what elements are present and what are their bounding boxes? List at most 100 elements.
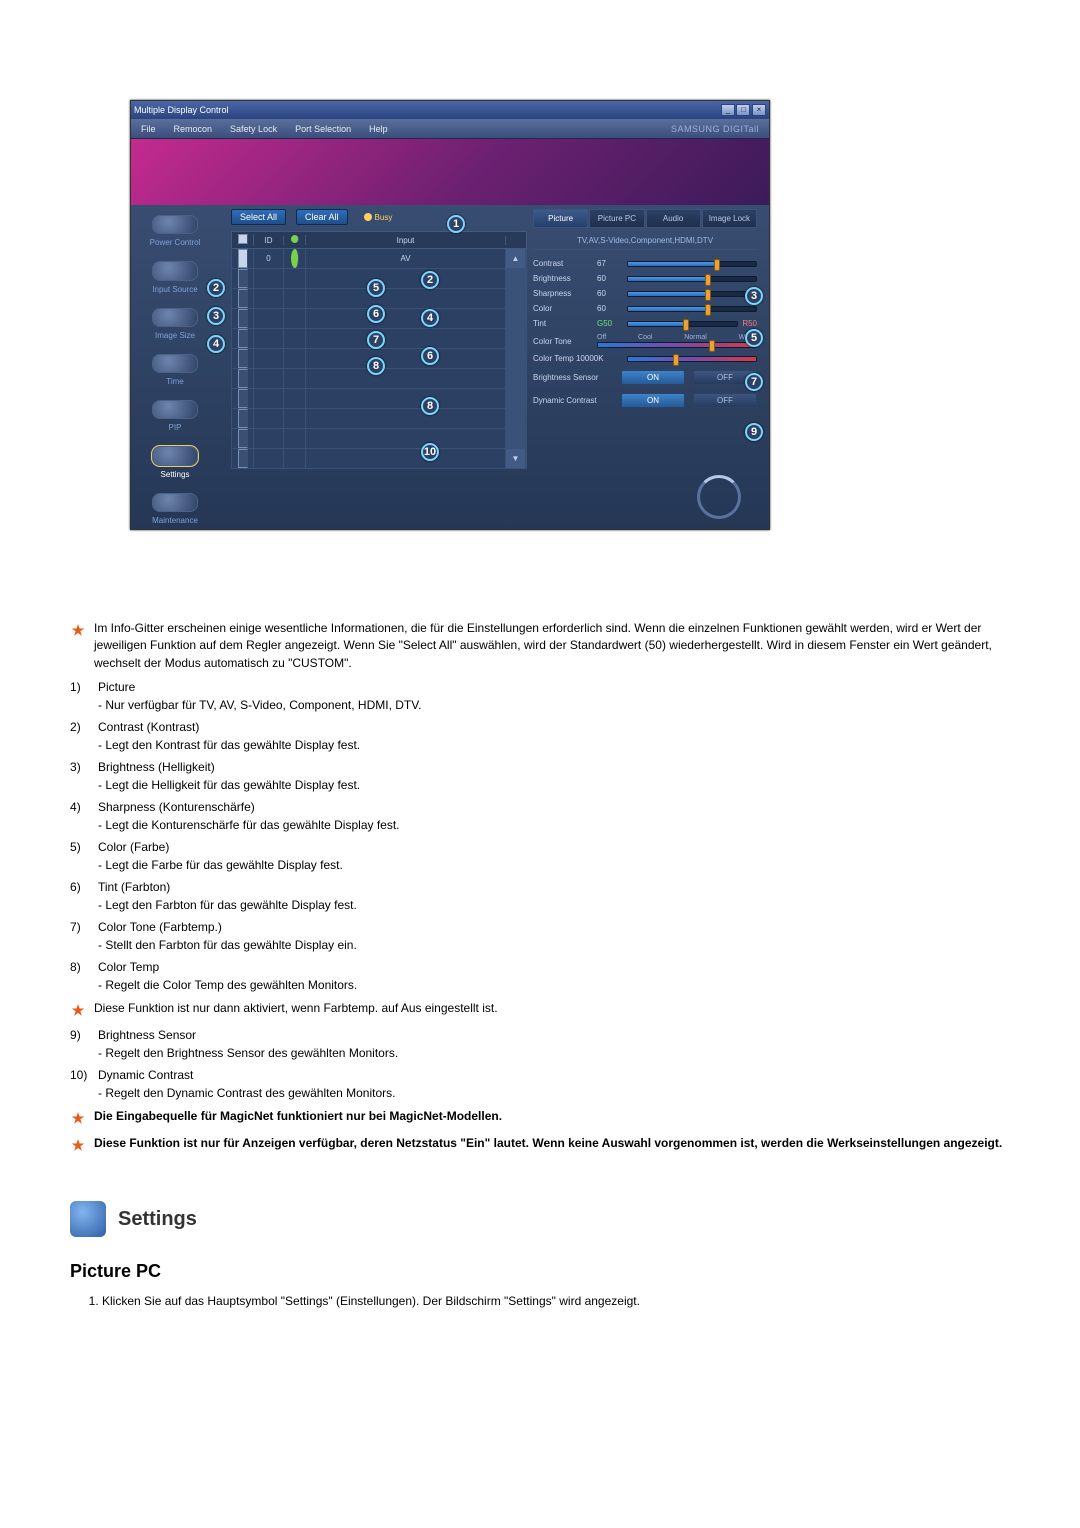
sidebar-item-input-source[interactable] xyxy=(152,261,198,280)
callout-6r: 6 xyxy=(421,347,439,365)
grid-row[interactable] xyxy=(231,429,527,449)
busy-indicator: Busy xyxy=(364,213,393,222)
intro-text: Im Info-Gitter erscheinen einige wesentl… xyxy=(94,620,1010,672)
sidebar-item-maintenance[interactable] xyxy=(152,493,198,512)
sidebar-label: Maintenance xyxy=(152,516,198,525)
sharpness-slider[interactable] xyxy=(627,291,757,297)
col-input: Input xyxy=(306,236,506,245)
minimize-button[interactable]: _ xyxy=(721,104,735,116)
tab-image-lock[interactable]: Image Lock xyxy=(702,209,757,228)
brand-label: SAMSUNG DIGITall xyxy=(671,124,759,134)
select-all-button[interactable]: Select All xyxy=(231,209,286,225)
brightness-value: 60 xyxy=(597,274,623,283)
contrast-label: Contrast xyxy=(533,259,593,268)
def-item: Picture- Nur verfügbar für TV, AV, S-Vid… xyxy=(70,678,1010,714)
maximize-button[interactable]: □ xyxy=(736,104,750,116)
def-item: Color Temp- Regelt die Color Temp des ge… xyxy=(70,958,1010,994)
contrast-row: Contrast 67 xyxy=(533,256,757,271)
tint-left: G50 xyxy=(597,319,623,328)
tone-option-labels: Off Cool Normal Warm xyxy=(597,334,757,341)
grid-row[interactable] xyxy=(231,389,527,409)
color-temp-slider[interactable] xyxy=(627,356,757,362)
grid-row[interactable]: 0 AV ▲ xyxy=(231,249,527,269)
def-item: Contrast (Kontrast)- Legt den Kontrast f… xyxy=(70,718,1010,754)
brightness-slider[interactable] xyxy=(627,276,757,282)
row-check[interactable] xyxy=(232,249,254,268)
banner xyxy=(131,139,769,205)
dynamic-contrast-label: Dynamic Contrast xyxy=(533,396,613,405)
tab-audio[interactable]: Audio xyxy=(646,209,701,228)
source-list: TV,AV,S-Video,Component,HDMI,DTV xyxy=(533,232,757,250)
callout-2l: 2 xyxy=(207,279,225,297)
sidebar-label: PIP xyxy=(169,423,182,432)
dynamic-contrast-off[interactable]: OFF xyxy=(693,393,757,408)
brightness-sensor-on[interactable]: ON xyxy=(621,370,685,385)
callout-6l: 6 xyxy=(367,305,385,323)
col-check xyxy=(232,234,254,246)
app-window: Multiple Display Control _ □ × File Remo… xyxy=(130,100,770,530)
callout-5l: 5 xyxy=(367,279,385,297)
intro-note: ★ Im Info-Gitter erscheinen einige wesen… xyxy=(70,620,1010,672)
clear-all-button[interactable]: Clear All xyxy=(296,209,348,225)
tab-picture[interactable]: Picture xyxy=(533,209,588,228)
grid-row[interactable] xyxy=(231,409,527,429)
def-item: Tint (Farbton)- Legt den Farbton für das… xyxy=(70,878,1010,914)
color-row: Color 60 xyxy=(533,301,757,316)
star-icon: ★ xyxy=(70,1135,86,1155)
def-item: Sharpness (Konturenschärfe)- Legt die Ko… xyxy=(70,798,1010,834)
row-scroll-up[interactable]: ▲ xyxy=(506,249,526,268)
color-label: Color xyxy=(533,304,593,313)
color-temp-row: Color Temp 10000K xyxy=(533,351,757,366)
sidebar-label: Image Size xyxy=(155,331,195,340)
sharpness-label: Sharpness xyxy=(533,289,593,298)
callout-10: 10 xyxy=(421,443,439,461)
tab-picture-pc[interactable]: Picture PC xyxy=(589,209,644,228)
definition-list: Picture- Nur verfügbar für TV, AV, S-Vid… xyxy=(70,678,1010,994)
sidebar-item-image-size[interactable] xyxy=(152,308,198,327)
star-note-8: ★ Diese Funktion ist nur dann aktiviert,… xyxy=(70,1000,1010,1020)
color-tone-row: Color Tone Off Cool Normal Warm xyxy=(533,331,757,351)
menu-help[interactable]: Help xyxy=(369,124,388,134)
tint-slider[interactable] xyxy=(627,321,738,327)
star-icon: ★ xyxy=(70,1108,86,1128)
star-icon: ★ xyxy=(70,620,86,640)
brightness-row: Brightness 60 xyxy=(533,271,757,286)
sidebar-item-settings[interactable] xyxy=(152,446,198,465)
sidebar-item-pip[interactable] xyxy=(152,400,198,419)
dynamic-contrast-on[interactable]: ON xyxy=(621,393,685,408)
color-tone-slider[interactable] xyxy=(597,342,757,348)
body-area: Power Control Input Source Image Size Ti… xyxy=(131,205,769,529)
menu-port-selection[interactable]: Port Selection xyxy=(295,124,351,134)
menu-safety-lock[interactable]: Safety Lock xyxy=(230,124,277,134)
color-temp-label: Color Temp 10000K xyxy=(533,354,623,363)
star-note-text: Die Eingabequelle für MagicNet funktioni… xyxy=(94,1108,502,1125)
row-status xyxy=(284,249,306,268)
callout-4r: 4 xyxy=(421,309,439,327)
grid-row[interactable]: ▼ xyxy=(231,449,527,469)
contrast-slider[interactable] xyxy=(627,261,757,267)
color-slider[interactable] xyxy=(627,306,757,312)
step-list: Klicken Sie auf das Hauptsymbol "Setting… xyxy=(70,1292,1010,1311)
menu-remocon[interactable]: Remocon xyxy=(174,124,213,134)
tint-row: Tint G50 R50 xyxy=(533,316,757,331)
star-note-text: Diese Funktion ist nur für Anzeigen verf… xyxy=(94,1135,1002,1152)
definition-list-2: Brightness Sensor- Regelt den Brightness… xyxy=(70,1026,1010,1102)
sidebar-item-power-control[interactable] xyxy=(152,215,198,234)
close-button[interactable]: × xyxy=(752,104,766,116)
sidebar-item-time[interactable] xyxy=(152,354,198,373)
col-id: ID xyxy=(254,236,284,245)
sharpness-row: Sharpness 60 xyxy=(533,286,757,301)
menu-file[interactable]: File xyxy=(141,124,156,134)
contrast-value: 67 xyxy=(597,259,623,268)
grid-header-row: ID Input xyxy=(231,231,527,249)
step-item: Klicken Sie auf das Hauptsymbol "Setting… xyxy=(102,1292,1010,1311)
subsection-title: Picture PC xyxy=(70,1261,1010,1282)
callout-5r: 5 xyxy=(745,329,763,347)
col-status xyxy=(284,235,306,245)
settings-icon xyxy=(70,1201,106,1237)
sidebar-label: Settings xyxy=(161,470,190,479)
row-id: 0 xyxy=(254,249,284,268)
section-title: Settings xyxy=(118,1208,197,1231)
callout-3r: 3 xyxy=(745,287,763,305)
grid-toolbar: Select All Clear All Busy xyxy=(231,209,527,225)
